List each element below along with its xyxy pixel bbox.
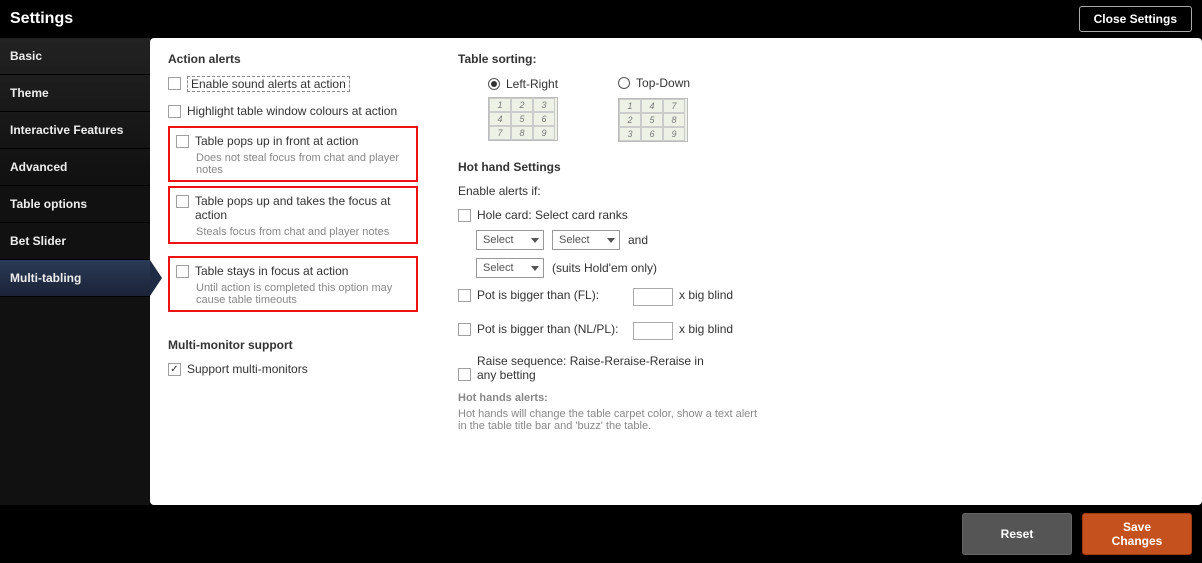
- action-alerts-title: Action alerts: [168, 52, 418, 66]
- sort-left-right-label: Left-Right: [506, 77, 558, 91]
- pot-fl-label: Pot is bigger than (FL):: [477, 288, 627, 302]
- close-settings-button[interactable]: Close Settings: [1079, 6, 1192, 32]
- hole-card-checkbox[interactable]: [458, 209, 471, 222]
- chevron-down-icon: [607, 238, 615, 243]
- sidebar: Basic Theme Interactive Features Advance…: [0, 38, 150, 505]
- page-title: Settings: [10, 10, 73, 28]
- rank-select-2[interactable]: Select: [552, 230, 620, 250]
- sort-top-down-grid: 147258369: [618, 98, 688, 142]
- suit-select[interactable]: Select: [476, 258, 544, 278]
- enable-sound-label: Enable sound alerts at action: [187, 76, 350, 92]
- support-multi-monitors-label: Support multi-monitors: [187, 362, 308, 376]
- pot-fl-input[interactable]: [633, 288, 673, 306]
- sidebar-item-advanced[interactable]: Advanced: [0, 149, 150, 186]
- pop-focus-label: Table pops up and takes the focus at act…: [195, 194, 408, 222]
- save-changes-button[interactable]: Save Changes: [1082, 513, 1192, 555]
- sort-left-right-option[interactable]: Left-Right: [488, 77, 558, 91]
- sort-left-right-grid: 123456789: [488, 97, 558, 141]
- chevron-down-icon: [531, 238, 539, 243]
- suits-note: (suits Hold'em only): [552, 261, 657, 275]
- stay-focus-hint: Until action is completed this option ma…: [196, 282, 408, 306]
- pot-nl-unit: x big blind: [679, 322, 733, 336]
- pop-focus-checkbox[interactable]: [176, 195, 189, 208]
- multi-monitor-title: Multi-monitor support: [168, 338, 418, 352]
- raise-sequence-label: Raise sequence: Raise-Reraise-Reraise in…: [477, 354, 707, 382]
- enable-alerts-label: Enable alerts if:: [458, 184, 1184, 198]
- highlight-checkbox[interactable]: [168, 105, 181, 118]
- pot-fl-unit: x big blind: [679, 288, 733, 302]
- pop-front-checkbox[interactable]: [176, 135, 189, 148]
- reset-button[interactable]: Reset: [962, 513, 1072, 555]
- sidebar-item-table-options[interactable]: Table options: [0, 186, 150, 223]
- pop-front-hint: Does not steal focus from chat and playe…: [196, 152, 408, 176]
- sort-left-right-radio[interactable]: [488, 78, 500, 90]
- hot-hand-title: Hot hand Settings: [458, 160, 1184, 174]
- highlight-label: Highlight table window colours at action: [187, 104, 397, 118]
- sidebar-item-theme[interactable]: Theme: [0, 75, 150, 112]
- raise-sequence-checkbox[interactable]: [458, 368, 471, 381]
- pot-nl-checkbox[interactable]: [458, 323, 471, 336]
- sidebar-item-interactive-features[interactable]: Interactive Features: [0, 112, 150, 149]
- sidebar-item-basic[interactable]: Basic: [0, 38, 150, 75]
- chevron-down-icon: [531, 266, 539, 271]
- sidebar-item-multi-tabling[interactable]: Multi-tabling: [0, 260, 150, 297]
- enable-sound-checkbox[interactable]: [168, 77, 181, 90]
- stay-focus-label: Table stays in focus at action: [195, 264, 348, 278]
- sidebar-item-bet-slider[interactable]: Bet Slider: [0, 223, 150, 260]
- pop-front-label: Table pops up in front at action: [195, 134, 358, 148]
- stay-focus-checkbox[interactable]: [176, 265, 189, 278]
- hot-hands-alerts-text: Hot hands will change the table carpet c…: [458, 408, 758, 432]
- rank-select-1[interactable]: Select: [476, 230, 544, 250]
- sort-top-down-radio[interactable]: [618, 77, 630, 89]
- hole-card-label: Hole card: Select card ranks: [477, 208, 628, 222]
- pot-fl-checkbox[interactable]: [458, 289, 471, 302]
- settings-panel: Action alerts Enable sound alerts at act…: [150, 38, 1202, 505]
- table-sorting-title: Table sorting:: [458, 52, 1184, 66]
- sort-top-down-option[interactable]: Top-Down: [618, 76, 690, 90]
- hot-hands-alerts-title: Hot hands alerts:: [458, 392, 1184, 404]
- pot-nl-label: Pot is bigger than (NL/PL):: [477, 322, 627, 336]
- pop-focus-hint: Steals focus from chat and player notes: [196, 226, 408, 238]
- sort-top-down-label: Top-Down: [636, 76, 690, 90]
- pot-nl-input[interactable]: [633, 322, 673, 340]
- support-multi-monitors-checkbox[interactable]: [168, 363, 181, 376]
- and-label: and: [628, 233, 648, 247]
